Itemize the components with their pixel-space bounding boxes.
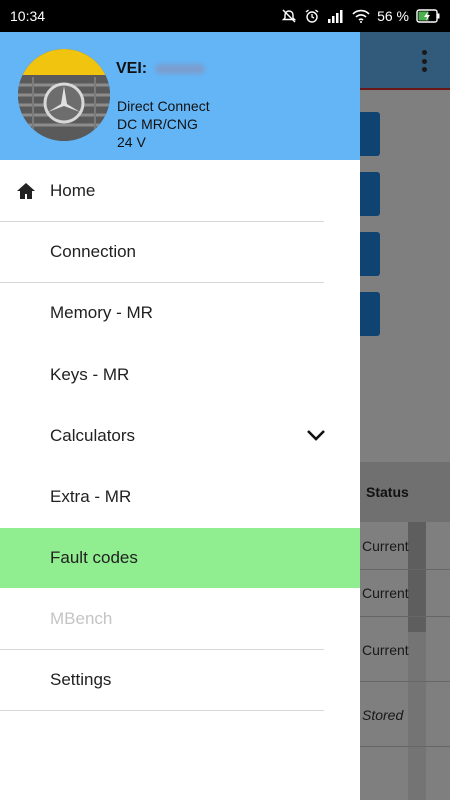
nav-label: Memory - MR (50, 303, 153, 322)
alarm-clock-icon (305, 9, 319, 23)
nav-item-home[interactable]: Home (0, 161, 360, 221)
signal-icon (328, 10, 343, 23)
navigation-drawer: VEI: Direct Connect DC MR/CNG 24 V Home … (0, 32, 360, 800)
status-time: 10:34 (10, 8, 46, 24)
drawer-header: VEI: Direct Connect DC MR/CNG 24 V (0, 32, 360, 160)
wifi-icon (352, 9, 370, 23)
nav-item-connection[interactable]: Connection (0, 222, 360, 282)
vei-value-redacted (155, 64, 206, 74)
nav-label: MBench (50, 609, 113, 628)
nav-label: Settings (50, 670, 112, 689)
status-bar: 10:34 56 % (0, 0, 450, 32)
nav-item-fault-codes[interactable]: Fault codes (0, 528, 360, 588)
vehicle-avatar (18, 49, 110, 141)
home-icon (17, 183, 35, 199)
nav-item-settings[interactable]: Settings (0, 650, 360, 710)
nav-item-keys-mr[interactable]: Keys - MR (0, 345, 360, 405)
status-icons: 56 % (281, 8, 440, 24)
nav-item-calculators[interactable]: Calculators (0, 406, 360, 466)
voltage: 24 V (117, 134, 146, 150)
mercedes-grille-icon (18, 49, 110, 141)
vei-label: VEI: (116, 60, 206, 78)
nav-label: Connection (50, 242, 137, 261)
nav-label: Home (50, 181, 96, 200)
divider (0, 710, 324, 711)
nav-label: Extra - MR (50, 487, 132, 506)
nav-label: Fault codes (50, 548, 138, 567)
battery-charging-icon (416, 9, 440, 23)
alarm-off-icon (281, 9, 297, 23)
chevron-down-icon[interactable] (306, 428, 326, 442)
nav-item-memory-mr[interactable]: Memory - MR (0, 283, 360, 343)
system-type: DC MR/CNG (117, 116, 198, 132)
connection-type: Direct Connect (117, 98, 210, 114)
nav-label: Calculators (50, 426, 136, 445)
nav-item-mbench: MBench (0, 589, 360, 649)
nav-label: Keys - MR (50, 365, 130, 384)
battery-percent: 56 % (377, 8, 409, 24)
nav-item-extra-mr[interactable]: Extra - MR (0, 467, 360, 527)
